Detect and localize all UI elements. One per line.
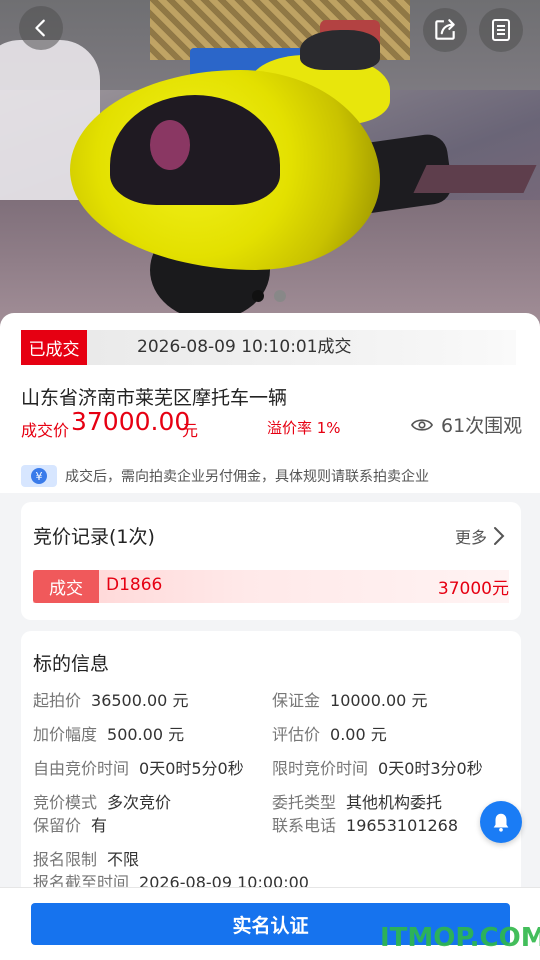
info-field: 联系电话 19653101268: [272, 812, 458, 836]
field-value: 500.00 元: [107, 725, 185, 744]
chevron-right-icon: [494, 527, 505, 545]
bid-records-title: 竞价记录(1次): [33, 526, 155, 548]
motorcycle-tail: [413, 165, 537, 193]
field-value: 多次竞价: [107, 793, 172, 812]
info-field: 委托类型 其他机构委托: [272, 789, 442, 813]
notification-bell-button[interactable]: [480, 801, 522, 843]
field-value: 0天0时3分0秒: [378, 759, 483, 778]
field-value: 其他机构委托: [346, 793, 443, 812]
field-label: 竞价模式: [33, 793, 98, 812]
motorcycle-seat: [300, 30, 380, 70]
back-button[interactable]: [19, 6, 63, 50]
field-label: 联系电话: [272, 816, 337, 835]
carousel-dot-active[interactable]: [252, 290, 264, 302]
bell-icon: [493, 813, 509, 832]
field-label: 加价幅度: [33, 725, 98, 744]
info-field: 自由竞价时间 0天0时5分0秒: [33, 755, 244, 779]
item-info-card: 标的信息 起拍价 36500.00 元 保证金 10000.00 元 加价幅度 500…: [21, 631, 521, 931]
share-button[interactable]: [423, 8, 467, 52]
info-field: 保留价有: [33, 812, 107, 836]
svg-text:¥: ¥: [36, 470, 43, 483]
price-row: 成交价 37000.00 元 溢价率 1% 61次围观: [21, 407, 526, 443]
info-field: 起拍价 36500.00 元: [33, 687, 188, 711]
notice-text: 成交后，需向拍卖企业另付佣金，具体规则请联系拍卖企业: [65, 469, 429, 485]
premium-rate: 溢价率 1%: [267, 419, 341, 437]
info-field: 限时竞价时间 0天0时3分0秒: [272, 755, 483, 779]
field-label: 保留价: [33, 816, 82, 835]
view-count: 61次围观: [411, 411, 522, 438]
more-label: 更多: [454, 528, 487, 547]
item-title: 山东省济南市莱芜区摩托车一辆: [21, 387, 288, 409]
field-label: 保证金: [272, 691, 321, 710]
field-value: 有: [91, 816, 108, 835]
site-watermark: ITMOP.COM: [380, 923, 540, 953]
info-title: 标的信息: [33, 653, 110, 675]
document-icon: [492, 19, 510, 41]
bid-record-row: 成交 D1866 37000元: [33, 570, 509, 603]
bidder-id: D1866: [106, 575, 163, 595]
carousel-dot[interactable]: [274, 290, 286, 302]
info-field: 竞价模式 多次竞价: [33, 789, 171, 813]
field-label: 限时竞价时间: [272, 759, 369, 778]
field-value: 0.00 元: [330, 725, 387, 744]
bid-status-badge: 成交: [33, 570, 99, 603]
bid-price: 37000元: [437, 579, 509, 599]
bid-records-card: 竞价记录(1次) 更多 成交 D1866 37000元: [21, 502, 521, 620]
field-label: 起拍价: [33, 691, 82, 710]
field-label: 委托类型: [272, 793, 337, 812]
more-bids-link[interactable]: 更多: [455, 524, 505, 548]
info-field: 保证金 10000.00 元: [272, 687, 427, 711]
yen-icon: ¥: [21, 465, 57, 487]
view-count-text: 61次围观: [441, 415, 523, 437]
item-photo-carousel[interactable]: [0, 0, 540, 330]
field-label: 自由竞价时间: [33, 759, 130, 778]
motorcycle-reflection: [150, 120, 190, 170]
status-badge: 已成交: [21, 330, 87, 365]
info-field: 评估价 0.00 元: [272, 721, 387, 745]
item-summary-card: 已成交 2026-08-09 10:10:01成交 山东省济南市莱芜区摩托车一辆…: [0, 313, 540, 931]
field-label: 评估价: [272, 725, 321, 744]
field-value: 19653101268: [346, 816, 458, 835]
field-value: 0天0时5分0秒: [139, 759, 244, 778]
field-value: 10000.00 元: [330, 691, 428, 710]
eye-icon: [411, 418, 433, 431]
carousel-indicator: [252, 290, 286, 302]
auction-detail-page: 已成交 2026-08-09 10:10:01成交 山东省济南市莱芜区摩托车一辆…: [0, 0, 540, 960]
price-label: 成交价: [21, 421, 70, 440]
share-icon: [435, 19, 455, 40]
price-value: 37000.00: [71, 407, 191, 436]
field-value: 36500.00 元: [91, 691, 189, 710]
field-label: 报名限制: [33, 850, 98, 869]
document-button[interactable]: [479, 8, 523, 52]
price-unit: 元: [182, 421, 199, 440]
commission-notice: ¥ 成交后，需向拍卖企业另付佣金，具体规则请联系拍卖企业: [21, 465, 429, 487]
info-field: 报名限制 不限: [33, 846, 139, 870]
deal-time: 2026-08-09 10:10:01成交: [137, 337, 352, 357]
deal-status-bar: 已成交 2026-08-09 10:10:01成交: [21, 330, 516, 365]
info-field: 加价幅度 500.00 元: [33, 721, 184, 745]
chevron-left-icon: [35, 19, 45, 37]
field-value: 不限: [107, 850, 140, 869]
